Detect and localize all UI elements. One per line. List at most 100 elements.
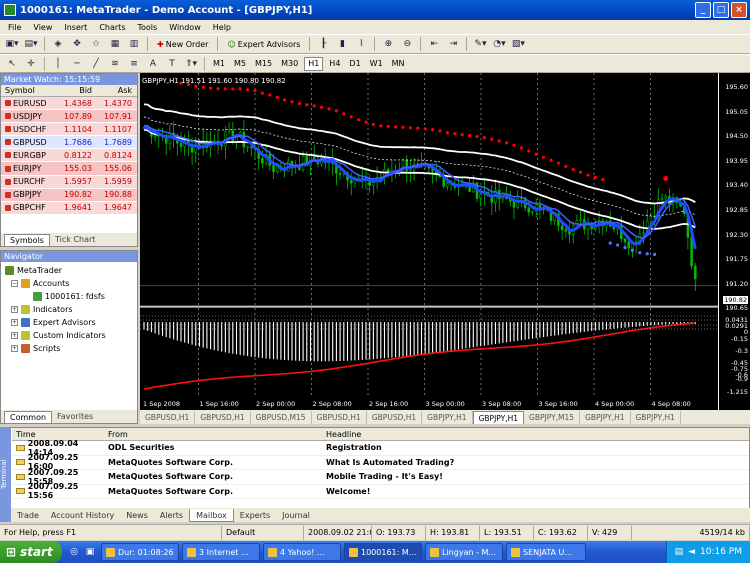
timeframe-h4[interactable]: H4 <box>326 57 343 71</box>
time-header[interactable]: Time <box>12 430 104 439</box>
menu-insert[interactable]: Insert <box>58 23 93 32</box>
timeframe-m5[interactable]: M5 <box>231 57 249 71</box>
market-watch-row[interactable]: GBPUSD 1.7686 1.7689 <box>1 136 137 150</box>
navigator-icon[interactable]: ☆ <box>88 36 104 52</box>
chart-tab[interactable]: GBPUSD,M15 <box>251 411 312 424</box>
timeframe-m30[interactable]: M30 <box>278 57 301 71</box>
taskbar-task[interactable]: Dur: 01:08:26 <box>101 543 179 561</box>
tab-favorites[interactable]: Favorites <box>52 411 98 423</box>
autoscroll-icon[interactable]: ⇥ <box>445 36 461 52</box>
nav-metatrader[interactable]: MetaTrader <box>5 264 137 277</box>
taskbar-task[interactable]: 1000161: M... <box>344 543 422 561</box>
timeframe-m1[interactable]: M1 <box>210 57 228 71</box>
terminal-icon[interactable]: ▦ <box>107 36 123 52</box>
ask-header[interactable]: Ask <box>94 86 135 95</box>
nav-indicators[interactable]: + Indicators <box>5 303 137 316</box>
market-watch-row[interactable]: EURGBP 0.8122 0.8124 <box>1 149 137 163</box>
data-window-icon[interactable]: ✥ <box>69 36 85 52</box>
menu-window[interactable]: Window <box>163 23 207 32</box>
crosshair-icon[interactable]: ✛ <box>23 56 39 72</box>
new-chart-icon[interactable]: ▣▾ <box>4 36 20 52</box>
market-watch-row[interactable]: EURJPY 155.03 155.06 <box>1 162 137 176</box>
taskbar-task[interactable]: 4 Yahoo! ... <box>263 543 341 561</box>
menu-charts[interactable]: Charts <box>93 23 131 32</box>
chart-tab[interactable]: GBPUSD,H1 <box>367 411 423 424</box>
chart-tab[interactable]: GBPJPY,H1 <box>580 411 631 424</box>
menu-file[interactable]: File <box>2 23 27 32</box>
menu-help[interactable]: Help <box>207 23 237 32</box>
menu-view[interactable]: View <box>27 23 58 32</box>
nav-account-1000161[interactable]: 1000161: fdsfs <box>5 290 137 303</box>
label-icon[interactable]: T <box>164 56 180 72</box>
expand-icon[interactable]: + <box>11 306 18 313</box>
tray-volume-icon[interactable]: ◄ <box>688 547 695 557</box>
channel-icon[interactable]: ≋ <box>107 56 123 72</box>
tab-symbols[interactable]: Symbols <box>4 234 50 246</box>
terminal-tab[interactable]: Journal <box>276 509 316 522</box>
close-button[interactable]: × <box>731 2 747 18</box>
taskbar-task[interactable]: SENJATA U... <box>506 543 586 561</box>
market-watch-row[interactable]: USDCHF 1.1104 1.1107 <box>1 123 137 137</box>
mail-row[interactable]: 2008.09.04 14:14 ODL Securities Registra… <box>12 439 749 457</box>
nav-accounts[interactable]: − Accounts <box>5 277 137 290</box>
chart-tab[interactable]: GBPUSD,H1 <box>140 411 196 424</box>
mail-row[interactable]: 2007.09.25 16:00 MetaQuotes Software Cor… <box>12 453 749 471</box>
chart-tab[interactable]: GBPJPY,H1 <box>472 411 525 424</box>
quick-launch-icon[interactable]: ▣ <box>82 544 98 560</box>
chart-canvas[interactable]: 1 Sep 2008 1 Sep 16:00 2 Sep 00:00 2 Sep 08… <box>140 73 718 410</box>
minimize-button[interactable]: _ <box>695 2 711 18</box>
timeframe-m15[interactable]: M15 <box>252 57 275 71</box>
line-chart-icon[interactable]: ⌇ <box>353 36 369 52</box>
tray-network-icon[interactable]: ▤ <box>675 547 684 557</box>
terminal-tab[interactable]: Experts <box>234 509 276 522</box>
start-button[interactable]: ⊞ start <box>0 541 62 563</box>
from-header[interactable]: From <box>104 430 322 439</box>
terminal-tab[interactable]: Mailbox <box>189 509 234 522</box>
arrows-icon[interactable]: ⇑▾ <box>183 56 199 72</box>
zoom-out-icon[interactable]: ⊖ <box>399 36 415 52</box>
headline-header[interactable]: Headline <box>322 430 749 439</box>
horizontal-line-icon[interactable]: ─ <box>69 56 85 72</box>
taskbar-task[interactable]: Lingyan - M... <box>425 543 503 561</box>
expand-icon[interactable]: + <box>11 332 18 339</box>
expand-icon[interactable]: + <box>11 345 18 352</box>
chart-tab[interactable]: GBPUSD,H1 <box>312 411 367 424</box>
market-watch-row[interactable]: GBPJPY 190.82 190.88 <box>1 188 137 202</box>
timeframe-h1[interactable]: H1 <box>304 56 324 71</box>
nav-custom-indicators[interactable]: + Custom Indicators <box>5 329 137 342</box>
menu-tools[interactable]: Tools <box>131 23 163 32</box>
indicators-icon[interactable]: ✎▾ <box>472 36 488 52</box>
chart-tab[interactable]: GBPJPY,M15 <box>524 411 581 424</box>
market-watch-row[interactable]: EURCHF 1.5957 1.5959 <box>1 175 137 189</box>
profiles-icon[interactable]: ▤▾ <box>23 36 39 52</box>
expand-icon[interactable]: + <box>11 319 18 326</box>
nav-scripts[interactable]: + Scripts <box>5 342 137 355</box>
tab-common[interactable]: Common <box>4 411 53 423</box>
market-watch-icon[interactable]: ◈ <box>50 36 66 52</box>
chart-tab[interactable]: GBPUSD,H1 <box>195 411 251 424</box>
price-axis[interactable]: 195.60 195.05 194.50 193.95 193.40 192.85 192.… <box>718 73 750 410</box>
maximize-button[interactable]: □ <box>713 2 729 18</box>
expert-advisors-button[interactable]: ☺ Expert Advisors <box>223 36 304 52</box>
mail-row[interactable]: 2007.09.25 15:58 MetaQuotes Software Cor… <box>12 468 749 486</box>
periods-icon[interactable]: ◔▾ <box>491 36 507 52</box>
symbol-header[interactable]: Symbol <box>1 86 53 95</box>
terminal-tab[interactable]: Account History <box>45 509 120 522</box>
candles-icon[interactable]: ▮ <box>334 36 350 52</box>
text-icon[interactable]: A <box>145 56 161 72</box>
templates-icon[interactable]: ▧▾ <box>510 36 526 52</box>
chart-tab[interactable]: GBPJPY,H1 <box>422 411 473 424</box>
terminal-tab[interactable]: News <box>120 509 154 522</box>
chart-tab[interactable]: GBPJPY,H1 <box>631 411 681 424</box>
fibonacci-icon[interactable]: ≡ <box>126 56 142 72</box>
new-order-button[interactable]: ✚ New Order <box>153 36 212 52</box>
bid-header[interactable]: Bid <box>53 86 94 95</box>
bar-chart-icon[interactable]: ┠ <box>315 36 331 52</box>
price-chart[interactable]: 1 Sep 2008 1 Sep 16:00 2 Sep 00:00 2 Sep 08… <box>140 73 718 410</box>
zoom-in-icon[interactable]: ⊕ <box>380 36 396 52</box>
market-watch-row[interactable]: USDJPY 107.89 107.91 <box>1 110 137 124</box>
quick-launch-icon[interactable]: ◎ <box>66 544 82 560</box>
nav-expert-advisors[interactable]: + Expert Advisors <box>5 316 137 329</box>
timeframe-mn[interactable]: MN <box>389 57 408 71</box>
tester-icon[interactable]: ▥ <box>126 36 142 52</box>
